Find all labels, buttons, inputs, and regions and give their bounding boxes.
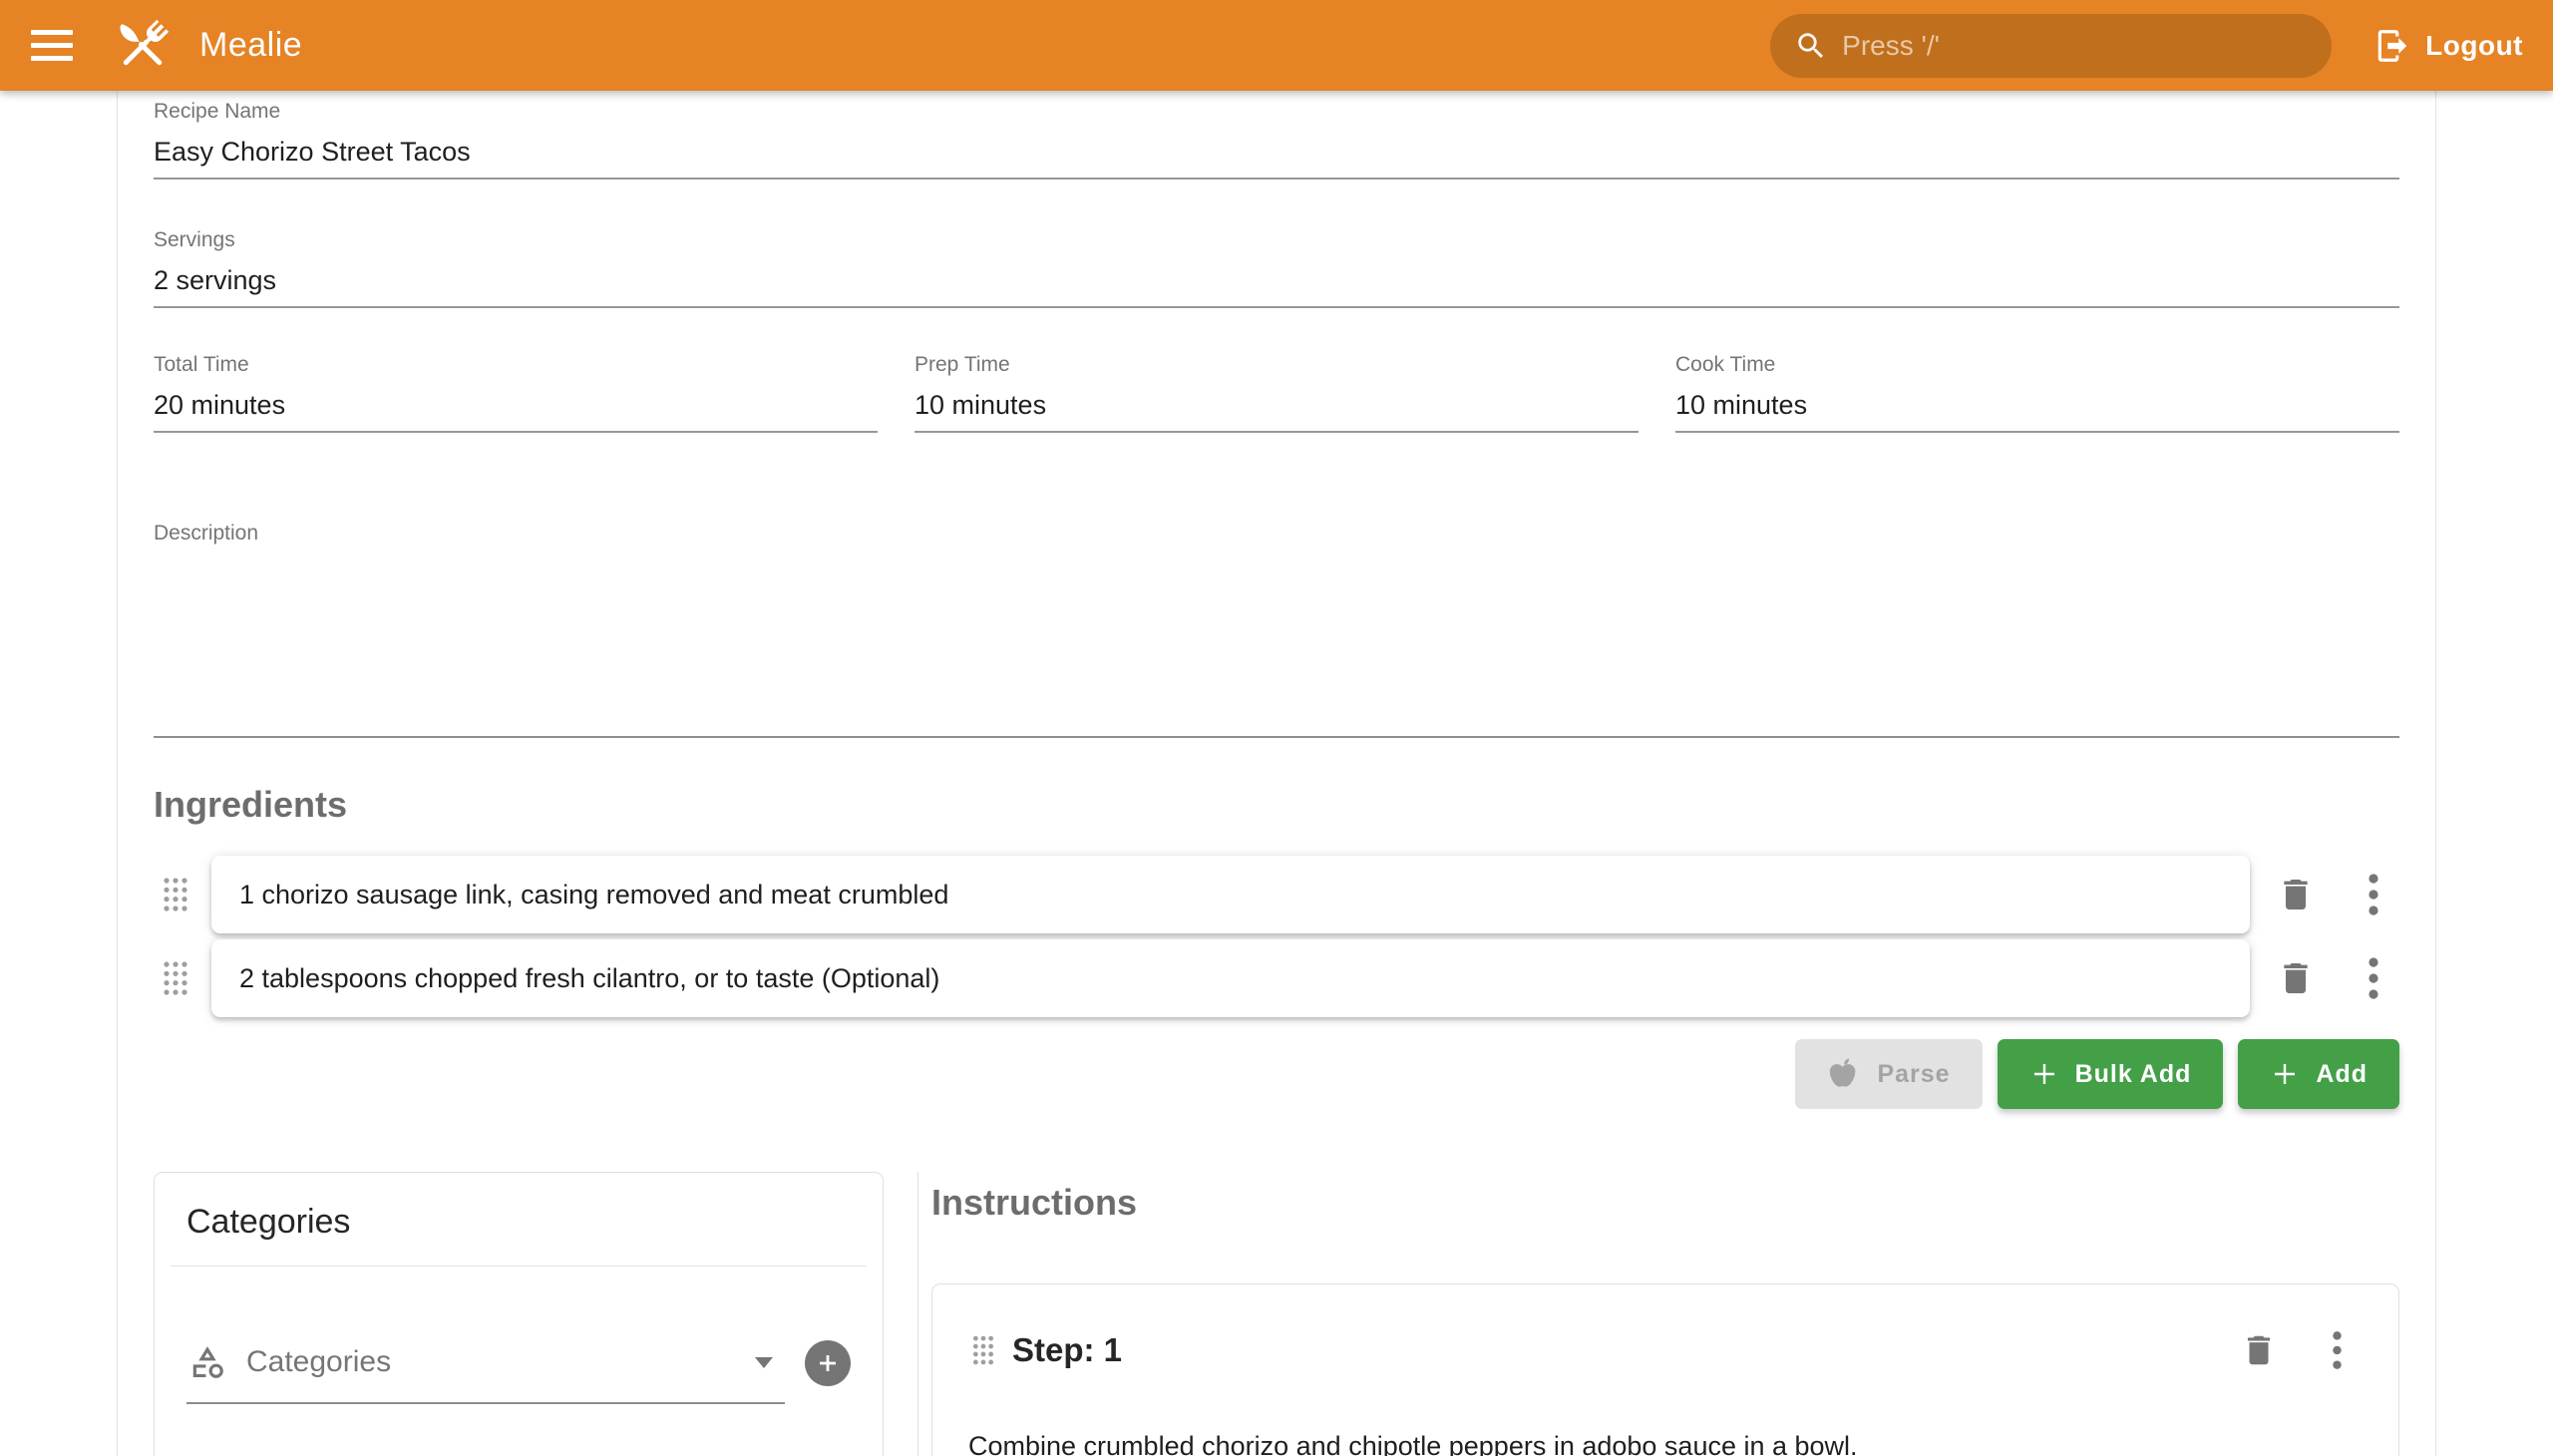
- app-bar: Mealie Logout: [0, 0, 2553, 91]
- ingredient-menu-button[interactable]: [2348, 869, 2399, 920]
- recipe-name-input[interactable]: [154, 125, 2399, 180]
- delete-step-button[interactable]: [2233, 1324, 2285, 1376]
- servings-field-group: Servings: [154, 227, 2399, 308]
- shapes-icon: [188, 1343, 226, 1381]
- step-header: Step: 1: [968, 1324, 2363, 1376]
- ingredient-input-card: [211, 856, 2250, 933]
- logout-icon: [2373, 27, 2411, 65]
- delete-ingredient-button[interactable]: [2270, 869, 2322, 920]
- prep-time-label: Prep Time: [914, 352, 1639, 378]
- search-input[interactable]: [1842, 30, 2322, 62]
- plus-icon: [2029, 1059, 2059, 1089]
- bulk-add-button[interactable]: Bulk Add: [1998, 1039, 2224, 1109]
- prep-time-field-group: Prep Time: [914, 352, 1639, 433]
- cook-time-input[interactable]: [1675, 378, 2399, 433]
- logout-label: Logout: [2425, 30, 2523, 62]
- total-time-label: Total Time: [154, 352, 878, 378]
- trash-icon: [2276, 958, 2316, 998]
- times-row: Total Time Prep Time Cook Time: [154, 352, 2399, 433]
- divider: [171, 1266, 867, 1267]
- delete-ingredient-button[interactable]: [2270, 952, 2322, 1004]
- logout-button[interactable]: Logout: [2373, 27, 2523, 65]
- instruction-step-card: Step: 1 Combine crumbled chorizo and chi…: [931, 1283, 2399, 1456]
- step-menu-button[interactable]: [2311, 1324, 2363, 1376]
- categories-card: Categories Categories: [154, 1172, 884, 1456]
- lower-section: Categories Categories: [154, 1172, 2399, 1456]
- drag-handle-icon[interactable]: [968, 1327, 998, 1373]
- categories-column: Categories Categories: [154, 1172, 917, 1456]
- plus-icon: [2270, 1059, 2300, 1089]
- apple-icon: [1827, 1057, 1861, 1091]
- servings-input[interactable]: [154, 253, 2399, 308]
- ingredient-row: [154, 856, 2399, 933]
- step-title: Step: 1: [1012, 1331, 1122, 1369]
- recipe-name-field-group: Recipe Name: [154, 99, 2399, 180]
- ingredient-actions: Parse Bulk Add Add: [154, 1039, 2399, 1109]
- kebab-icon: [2368, 954, 2379, 1002]
- search-bar[interactable]: [1770, 14, 2332, 78]
- hamburger-icon: [31, 30, 73, 61]
- ingredient-menu-button[interactable]: [2348, 952, 2399, 1004]
- plus-icon: [816, 1351, 840, 1375]
- step-text-input[interactable]: Combine crumbled chorizo and chipotle pe…: [968, 1426, 2363, 1456]
- recipe-editor-card: Recipe Name Servings Total Time Prep Tim…: [117, 91, 2436, 1456]
- create-category-button[interactable]: [805, 1340, 851, 1386]
- categories-select-placeholder: Categories: [246, 1345, 735, 1379]
- kebab-icon: [2368, 871, 2379, 918]
- drag-handle-icon[interactable]: [154, 860, 197, 929]
- trash-icon: [2276, 875, 2316, 914]
- description-field-group: Description: [154, 521, 2399, 738]
- ingredient-row: [154, 939, 2399, 1017]
- prep-time-input[interactable]: [914, 378, 1639, 433]
- categories-select-row: Categories: [186, 1322, 851, 1404]
- parse-button[interactable]: Parse: [1795, 1039, 1982, 1109]
- instructions-column: Instructions Step: 1: [918, 1172, 2399, 1456]
- cook-time-field-group: Cook Time: [1675, 352, 2399, 433]
- add-label: Add: [2316, 1060, 2368, 1089]
- categories-select[interactable]: Categories: [186, 1322, 785, 1404]
- instructions-header: Instructions: [931, 1180, 2399, 1226]
- ingredients-header: Ingredients: [154, 782, 2399, 828]
- drag-handle-icon[interactable]: [154, 943, 197, 1013]
- trash-icon: [2240, 1331, 2278, 1369]
- description-label: Description: [154, 521, 2399, 546]
- kebab-icon: [2332, 1328, 2343, 1372]
- cook-time-label: Cook Time: [1675, 352, 2399, 378]
- servings-label: Servings: [154, 227, 2399, 253]
- ingredient-input[interactable]: [211, 880, 2250, 910]
- description-input[interactable]: [154, 546, 2399, 738]
- total-time-field-group: Total Time: [154, 352, 878, 433]
- recipe-name-label: Recipe Name: [154, 99, 2399, 125]
- total-time-input[interactable]: [154, 378, 878, 433]
- app-title: Mealie: [199, 26, 302, 65]
- menu-button[interactable]: [16, 10, 88, 82]
- parse-label: Parse: [1877, 1060, 1950, 1089]
- mealie-logo-icon: [106, 9, 180, 83]
- search-icon: [1794, 29, 1828, 63]
- add-button[interactable]: Add: [2238, 1039, 2399, 1109]
- ingredient-input-card: [211, 939, 2250, 1017]
- ingredient-input[interactable]: [211, 963, 2250, 994]
- categories-card-title: Categories: [155, 1173, 883, 1266]
- bulk-add-label: Bulk Add: [2075, 1060, 2192, 1089]
- chevron-down-icon: [755, 1357, 773, 1368]
